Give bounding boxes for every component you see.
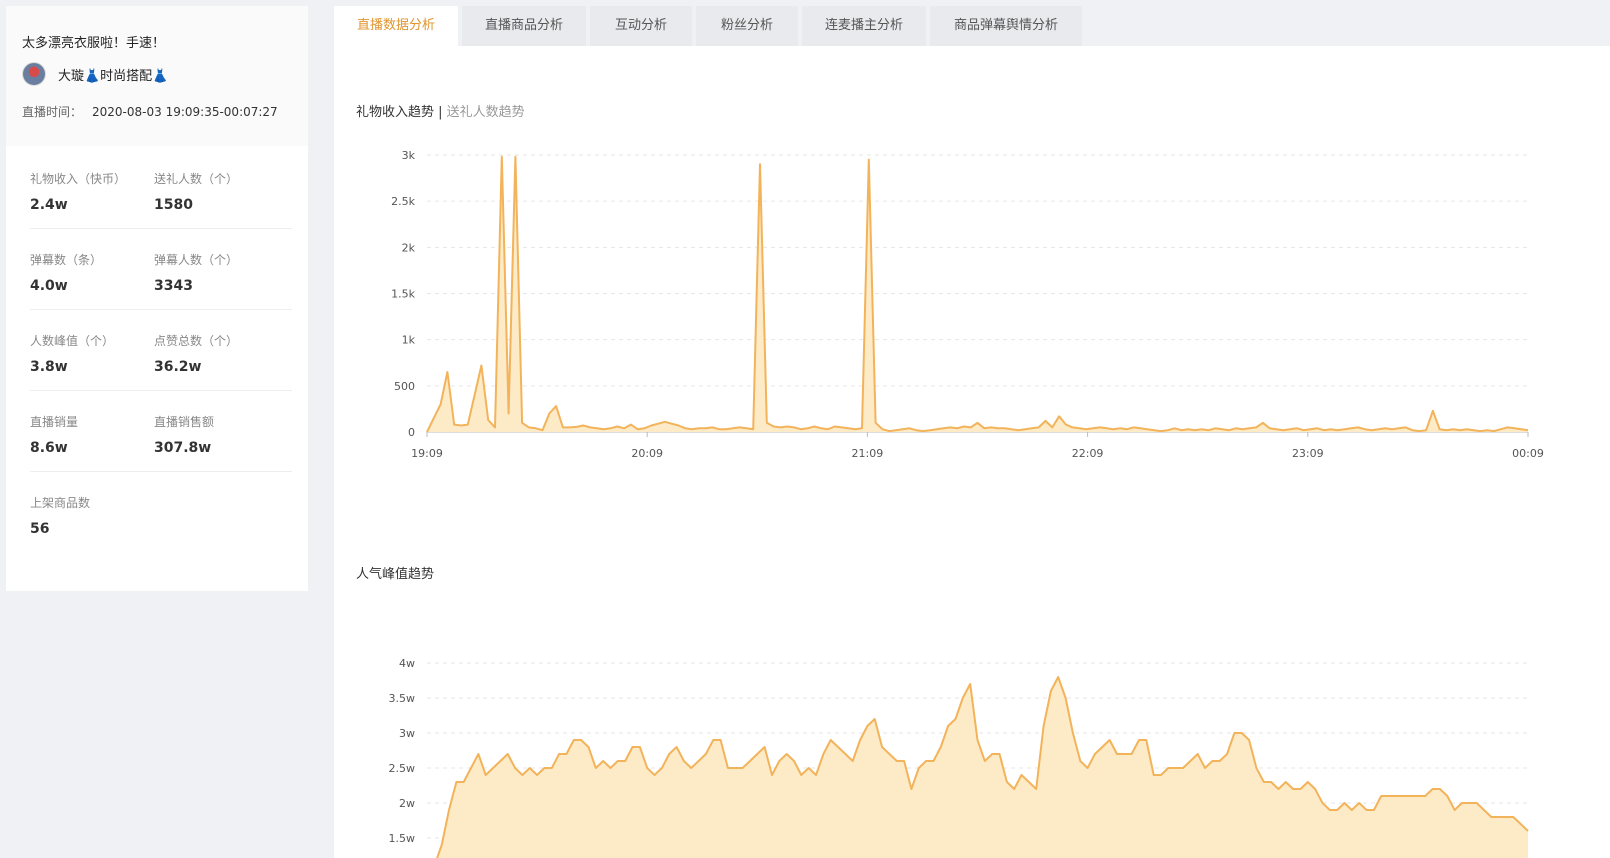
avatar[interactable]	[22, 62, 46, 86]
y-tick-label: 2w	[399, 797, 415, 810]
stat-value: 2.4w	[30, 197, 68, 213]
live-title: 太多漂亮衣服啦！手速！	[22, 36, 166, 51]
anchor-name[interactable]: 大璇👗时尚搭配👗	[58, 65, 168, 84]
gift-chart-title: 礼物收入趋势 | 送礼人数趋势	[356, 101, 525, 120]
stat-label: 弹幕人数（个）	[154, 253, 239, 267]
stat-label: 直播销售额	[154, 415, 215, 429]
stat-value: 307.8w	[154, 440, 212, 456]
stat-row: 直播销量 8.6w 直播销售额 307.8w	[30, 389, 292, 472]
stat-label: 送礼人数（个）	[154, 172, 239, 186]
stat-label: 点赞总数（个）	[154, 334, 239, 348]
stat-label: 人数峰值（个）	[30, 334, 115, 348]
live-time-value: 2020-08-03 19:09:35-00:07:27	[92, 105, 278, 119]
tab-interaction[interactable]: 互动分析	[590, 6, 692, 46]
y-tick-label: 3k	[402, 149, 416, 162]
stat-value: 3343	[154, 278, 193, 294]
main-panel: 直播数据分析 直播商品分析 互动分析 粉丝分析 连麦播主分析 商品弹幕舆情分析 …	[334, 0, 1610, 858]
tab-live-products[interactable]: 直播商品分析	[462, 6, 586, 46]
tab-live-data[interactable]: 直播数据分析	[334, 6, 458, 46]
y-tick-label: 1.5k	[391, 288, 415, 301]
x-tick-label: 00:09	[1512, 447, 1544, 460]
y-tick-label: 1k	[402, 334, 416, 347]
stat-row: 礼物收入（快币） 2.4w 送礼人数（个） 1580	[30, 146, 292, 229]
gift-trend-tab[interactable]: 礼物收入趋势	[356, 105, 434, 120]
stat-value: 1580	[154, 197, 193, 213]
stat-value: 36.2w	[154, 359, 202, 375]
series-line	[426, 155, 1529, 433]
live-time-label: 直播时间：	[22, 105, 83, 119]
x-tick-label: 20:09	[631, 447, 663, 460]
anchor-row[interactable]: 大璇👗时尚搭配👗	[22, 62, 168, 86]
stat-value: 8.6w	[30, 440, 68, 456]
x-tick-label: 23:09	[1292, 447, 1324, 460]
gift-income-chart: 0 500 1k 1.5k 2k 2.5k 3k 19:09 20:09 21:09 22:09 23…	[391, 149, 1544, 460]
stat-label: 礼物收入（快币）	[30, 172, 127, 186]
tab-fans[interactable]: 粉丝分析	[696, 6, 798, 46]
pop-chart-title: 人气峰值趋势	[356, 567, 435, 582]
y-tick-label: 500	[394, 380, 415, 393]
stat-value: 56	[30, 521, 50, 537]
live-time: 直播时间： 2020-08-03 19:09:35-00:07:27	[22, 103, 278, 120]
y-tick-label: 2.5w	[389, 762, 416, 775]
y-tick-label: 3.5w	[389, 692, 416, 705]
stat-label: 上架商品数	[30, 496, 91, 510]
stat-row: 人数峰值（个） 3.8w 点赞总数（个） 36.2w	[30, 308, 292, 391]
y-tick-label: 4w	[399, 657, 415, 670]
y-tick-label: 1.5w	[389, 832, 416, 845]
tab-content: 礼物收入趋势 | 送礼人数趋势 0 500 1k 1.5k 2k 2.5k 3k 19:09 2…	[334, 46, 1610, 858]
stat-value: 4.0w	[30, 278, 68, 294]
tab-danmaku-sentiment[interactable]: 商品弹幕舆情分析	[930, 6, 1082, 46]
y-tick-label: 2k	[402, 241, 416, 254]
x-tick-label: 22:09	[1072, 447, 1104, 460]
area-fill	[427, 156, 1528, 433]
y-tick-label: 0	[408, 426, 415, 439]
stat-row: 弹幕数（条） 4.0w 弹幕人数（个） 3343	[30, 227, 292, 310]
stats-card: 礼物收入（快币） 2.4w 送礼人数（个） 1580 弹幕数（条） 4.0w 弹…	[6, 146, 308, 591]
gift-users-trend-tab[interactable]: 送礼人数趋势	[447, 105, 525, 120]
y-tick-label: 3w	[399, 727, 415, 740]
stat-label: 弹幕数（条）	[30, 253, 103, 267]
y-tick-label: 2.5k	[391, 195, 415, 208]
tab-bar: 直播数据分析 直播商品分析 互动分析 粉丝分析 连麦播主分析 商品弹幕舆情分析	[334, 6, 1086, 46]
stat-label: 直播销量	[30, 415, 79, 429]
title-separator: |	[434, 105, 447, 120]
x-tick-label: 19:09	[411, 447, 443, 460]
tab-co-host[interactable]: 连麦播主分析	[802, 6, 926, 46]
x-tick-label: 21:09	[852, 447, 884, 460]
stat-row: 上架商品数 56	[30, 470, 292, 553]
area-fill	[437, 677, 1528, 858]
stat-value: 3.8w	[30, 359, 68, 375]
live-info-card: 太多漂亮衣服啦！手速！ 大璇👗时尚搭配👗 直播时间： 2020-08-03 19:…	[6, 6, 308, 146]
popularity-chart: 1.5w 2w 2.5w 3w 3.5w 4w	[389, 657, 1529, 858]
